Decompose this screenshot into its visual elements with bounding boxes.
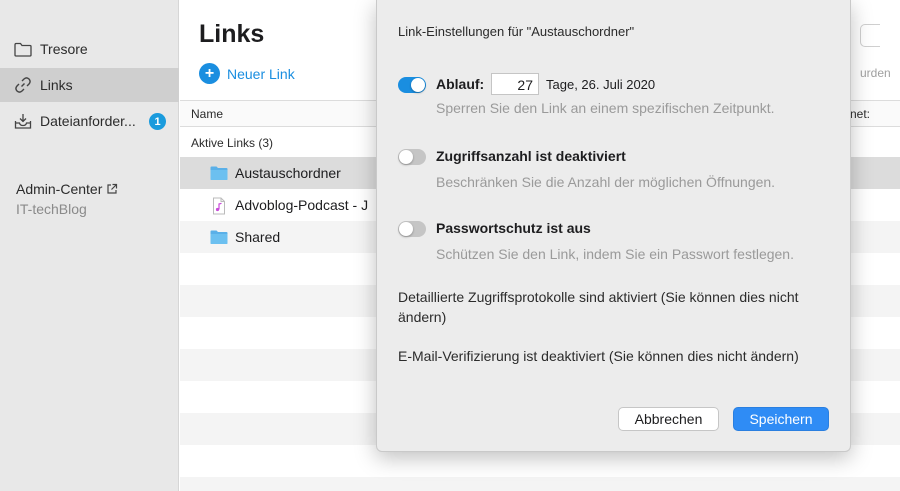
sidebar-item-file-requests[interactable]: Dateianforder... 1 bbox=[0, 104, 179, 138]
new-link-label: Neuer Link bbox=[227, 65, 295, 82]
audio-file-icon bbox=[210, 197, 228, 215]
page-title: Links bbox=[199, 20, 265, 48]
new-link-button[interactable]: + Neuer Link bbox=[199, 63, 295, 84]
dialog-title: Link-Einstellungen für "Austauschordner" bbox=[398, 24, 635, 39]
save-button[interactable]: Speichern bbox=[733, 407, 829, 431]
access-log-info: Detaillierte Zugriffsprotokolle sind akt… bbox=[398, 289, 799, 325]
sidebar-item-label: Dateianforder... bbox=[40, 113, 136, 129]
toggle-knob bbox=[399, 222, 413, 236]
toggle-knob bbox=[411, 78, 425, 92]
row-name: Shared bbox=[235, 229, 281, 245]
access-count-description: Beschränken Sie die Anzahl der möglichen… bbox=[436, 174, 776, 190]
email-verification-info: E-Mail-Verifizierung ist deaktiviert (Si… bbox=[398, 348, 799, 364]
sidebar-item-links[interactable]: Links bbox=[0, 68, 179, 102]
folder-icon bbox=[13, 40, 33, 58]
sidebar-item-tresore[interactable]: Tresore bbox=[0, 32, 179, 66]
column-header-name[interactable]: Name bbox=[191, 107, 223, 121]
notification-badge: 1 bbox=[149, 113, 166, 130]
expiry-toggle[interactable] bbox=[398, 77, 426, 93]
password-label: Passwortschutz ist aus bbox=[436, 220, 591, 236]
link-icon bbox=[13, 76, 33, 94]
group-label: Aktive Links (3) bbox=[191, 136, 274, 150]
plus-icon: + bbox=[199, 63, 220, 84]
sidebar-item-label: Links bbox=[40, 77, 73, 93]
column-header-partial[interactable]: net: bbox=[850, 107, 870, 121]
expiry-date-text: Tage, 26. Juli 2020 bbox=[546, 77, 656, 92]
cancel-button[interactable]: Abbrechen bbox=[618, 407, 719, 431]
sidebar-item-label: Tresore bbox=[40, 41, 88, 57]
folder-icon bbox=[210, 229, 228, 245]
external-link-icon bbox=[106, 183, 118, 195]
sidebar: Tresore Links Dateianforder... 1 Admin-C… bbox=[0, 0, 179, 491]
toggle-knob bbox=[399, 150, 413, 164]
link-settings-dialog: Link-Einstellungen für "Austauschordner"… bbox=[376, 0, 851, 452]
password-description: Schützen Sie den Link, indem Sie ein Pas… bbox=[436, 246, 794, 262]
row-name: Austauschordner bbox=[235, 165, 341, 181]
inbox-icon bbox=[13, 112, 33, 130]
expiry-days-input[interactable]: 27 bbox=[491, 73, 539, 95]
empty-row bbox=[180, 477, 900, 491]
access-count-toggle[interactable] bbox=[398, 149, 426, 165]
password-toggle[interactable] bbox=[398, 221, 426, 237]
partial-header-text: urden bbox=[860, 66, 891, 80]
admin-center-label: Admin-Center bbox=[16, 181, 103, 197]
organization-name: IT-techBlog bbox=[16, 201, 87, 217]
folder-icon bbox=[210, 165, 228, 181]
search-input[interactable] bbox=[860, 24, 880, 47]
row-name: Advoblog-Podcast - J bbox=[235, 197, 369, 213]
expiry-description: Sperren Sie den Link an einem spezifisch… bbox=[436, 100, 775, 116]
admin-center-link[interactable]: Admin-Center bbox=[16, 181, 118, 197]
access-count-label: Zugriffsanzahl ist deaktiviert bbox=[436, 148, 626, 164]
expiry-label: Ablauf: bbox=[436, 76, 485, 92]
